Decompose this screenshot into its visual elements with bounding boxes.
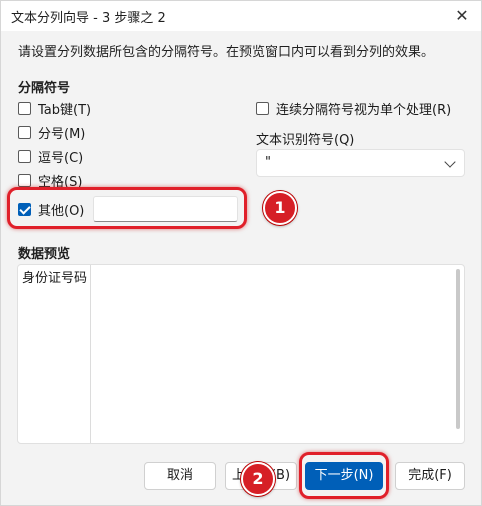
comma-checkbox[interactable] (18, 149, 31, 163)
data-preview-section-label: 数据预览 (18, 247, 71, 262)
tab-checkbox-label: Tab键(T) (38, 102, 92, 118)
comma-checkbox-label: 逗号(C) (38, 150, 84, 166)
consecutive-delimiters-checkbox[interactable] (256, 101, 269, 115)
text-qualifier-select[interactable]: " (256, 149, 465, 177)
chevron-down-icon (444, 156, 456, 168)
text-qualifier-label: 文本识别符号(Q) (256, 133, 355, 148)
instruction-text: 请设置分列数据所包含的分隔符号。在预览窗口内可以看到分列的效果。 (18, 45, 435, 60)
title-bar: 文本分列向导 - 3 步骤之 2 ✕ (1, 1, 481, 31)
tab-checkbox-row[interactable]: Tab键(T) (18, 99, 92, 118)
annotation-badge-2: 2 (241, 462, 275, 496)
window-title: 文本分列向导 - 3 步骤之 2 (11, 11, 166, 26)
close-icon[interactable]: ✕ (451, 5, 473, 27)
tab-checkbox[interactable] (18, 101, 31, 115)
preview-scrollbar[interactable] (456, 269, 460, 429)
finish-button[interactable]: 完成(F) (395, 462, 465, 490)
semicolon-checkbox-label: 分号(M) (38, 126, 86, 142)
cancel-button[interactable]: 取消 (144, 462, 216, 490)
annotation-highlight-2 (299, 452, 389, 499)
annotation-badge-1: 1 (263, 191, 297, 225)
comma-checkbox-row[interactable]: 逗号(C) (18, 147, 84, 166)
semicolon-checkbox[interactable] (18, 125, 31, 139)
space-checkbox[interactable] (18, 173, 31, 187)
consecutive-delimiters-row[interactable]: 连续分隔符号视为单个处理(R) (256, 99, 452, 118)
semicolon-checkbox-row[interactable]: 分号(M) (18, 123, 86, 142)
delimiters-section-label: 分隔符号 (18, 81, 71, 96)
consecutive-delimiters-label: 连续分隔符号视为单个处理(R) (276, 102, 452, 118)
text-qualifier-value: " (265, 155, 271, 170)
preview-column-divider[interactable] (90, 265, 91, 443)
text-to-columns-dialog: 文本分列向导 - 3 步骤之 2 ✕ 请设置分列数据所包含的分隔符号。在预览窗口… (0, 0, 482, 506)
data-preview-pane[interactable]: 身份证号码 (17, 264, 465, 444)
annotation-highlight-1 (7, 187, 247, 229)
preview-column-header: 身份证号码 (22, 271, 88, 286)
